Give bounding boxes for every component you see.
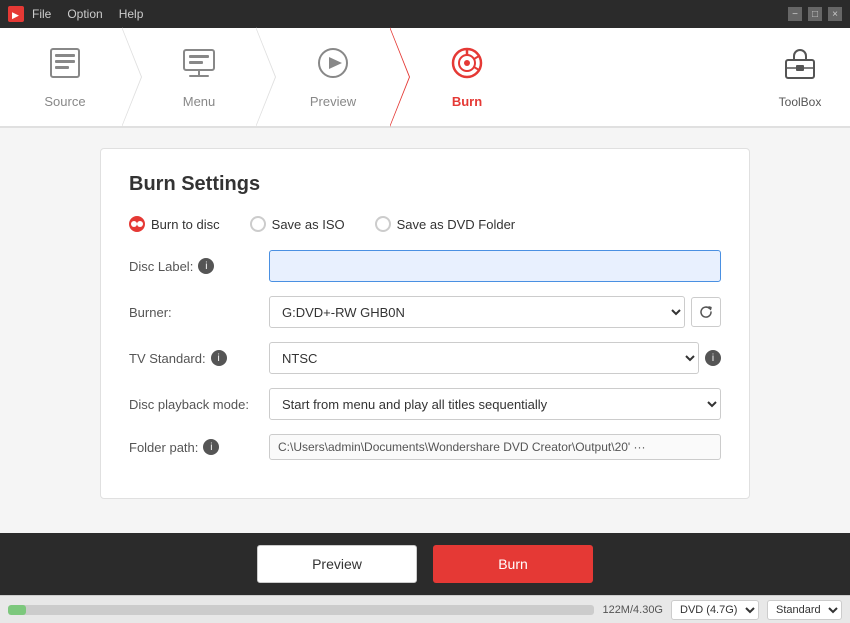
nav-arrow-1 [122,27,142,127]
folder-path-label: Folder path: i [129,439,269,455]
preview-button[interactable]: Preview [257,545,417,583]
radio-burn-disc-label: Burn to disc [151,217,220,232]
burner-select-wrapper: G:DVD+-RW GHB0N [269,296,721,328]
nav-preview[interactable]: Preview [278,27,388,127]
card-title: Burn Settings [129,173,721,196]
main-content: Burn Settings Burn to disc Save as ISO S… [0,128,850,533]
radio-burn-disc[interactable]: Burn to disc [129,216,220,232]
burn-icon [449,45,485,88]
app-icon: ▶ [8,6,24,22]
preview-nav-label: Preview [310,94,356,109]
radio-save-dvd-folder[interactable]: Save as DVD Folder [375,216,516,232]
minimize-button[interactable]: − [788,7,802,21]
title-bar: ▶ File Option Help − □ × [0,0,850,28]
window-controls: − □ × [788,7,842,21]
tv-standard-label: TV Standard: i [129,350,269,366]
toolbox-icon [782,46,818,89]
bottom-action-bar: Preview Burn [0,533,850,595]
close-button[interactable]: × [828,7,842,21]
tv-standard-select[interactable]: NTSC PAL [269,342,699,374]
burner-refresh-button[interactable] [691,297,721,327]
radio-save-dvd-folder-circle [375,216,391,232]
progress-bar-container [8,605,594,615]
disc-label-info-icon[interactable]: i [198,258,214,274]
quality-select[interactable]: Standard [767,600,842,620]
disc-playback-row: Disc playback mode: Start from menu and … [129,388,721,420]
radio-save-iso-label: Save as ISO [272,217,345,232]
file-size-info: 122M/4.30G [602,604,663,616]
disc-label-input[interactable]: My Disc [269,250,721,282]
folder-path-value: C:\Users\admin\Documents\Wondershare DVD… [269,434,721,460]
disc-playback-label: Disc playback mode: [129,397,269,412]
tv-standard-row: TV Standard: i NTSC PAL i [129,342,721,374]
disc-label-row: Disc Label: i My Disc [129,250,721,282]
toolbar: Source Menu [0,28,850,128]
nav-items: Source Menu [10,27,760,127]
menu-bar: File Option Help [32,7,780,21]
status-bar: 122M/4.30G DVD (4.7G) Standard [0,595,850,623]
menu-option[interactable]: Option [67,7,102,21]
progress-bar-fill [8,605,26,615]
tv-standard-select-wrapper: NTSC PAL i [269,342,721,374]
nav-burn[interactable]: Burn [412,27,522,127]
menu-file[interactable]: File [32,7,51,21]
menu-nav-icon [181,45,217,88]
nav-arrow-2 [256,27,276,127]
nav-toolbox[interactable]: ToolBox [760,27,840,127]
svg-text:▶: ▶ [12,10,19,20]
burner-label: Burner: [129,305,269,320]
radio-save-dvd-folder-label: Save as DVD Folder [397,217,516,232]
burner-row: Burner: G:DVD+-RW GHB0N [129,296,721,328]
burner-select[interactable]: G:DVD+-RW GHB0N [269,296,685,328]
disc-playback-select[interactable]: Start from menu and play all titles sequ… [269,388,721,420]
status-info: 122M/4.30G DVD (4.7G) Standard [602,600,842,620]
maximize-button[interactable]: □ [808,7,822,21]
menu-nav-label: Menu [183,94,216,109]
disc-label-label: Disc Label: i [129,258,269,274]
nav-arrow-3 [390,27,410,127]
burn-settings-card: Burn Settings Burn to disc Save as ISO S… [100,148,750,499]
nav-menu[interactable]: Menu [144,27,254,127]
radio-burn-disc-circle [129,216,145,232]
menu-help[interactable]: Help [119,7,144,21]
disc-label-control: My Disc [269,250,721,282]
radio-save-iso-circle [250,216,266,232]
folder-path-info-icon[interactable]: i [203,439,219,455]
radio-save-iso[interactable]: Save as ISO [250,216,345,232]
source-label: Source [44,94,85,109]
radio-group: Burn to disc Save as ISO Save as DVD Fol… [129,216,721,232]
nav-source[interactable]: Source [10,27,120,127]
tv-standard-extra-info-icon[interactable]: i [705,350,721,366]
burn-button[interactable]: Burn [433,545,593,583]
toolbox-label: ToolBox [779,95,822,109]
preview-icon [315,45,351,88]
burn-nav-label: Burn [452,94,482,109]
disc-type-select[interactable]: DVD (4.7G) [671,600,759,620]
source-icon [47,45,83,88]
folder-path-row: Folder path: i C:\Users\admin\Documents\… [129,434,721,460]
disc-playback-control: Start from menu and play all titles sequ… [269,388,721,420]
tv-standard-info-icon[interactable]: i [211,350,227,366]
